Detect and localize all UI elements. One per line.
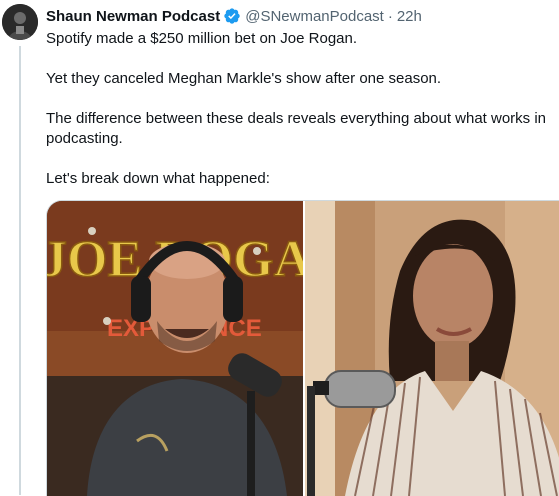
media-grid: JOE ROGAN EXPERIENCE [46,200,559,496]
avatar[interactable] [2,4,38,40]
author-name[interactable]: Shaun Newman Podcast [46,8,220,25]
tweet[interactable]: Shaun Newman Podcast @SNewmanPodcast · 2… [0,0,559,496]
tweet-paragraph: Let's break down what happened: [46,170,270,187]
media-photo-left[interactable]: JOE ROGAN EXPERIENCE [47,201,303,496]
verified-badge-icon [224,8,240,24]
tweet-header: Shaun Newman Podcast @SNewmanPodcast · 2… [46,5,422,27]
media-photo-right[interactable] [305,201,559,496]
separator-dot: · [387,7,393,25]
tweet-paragraph: Yet they canceled Meghan Markle's show a… [46,70,442,87]
timestamp[interactable]: 22h [397,8,422,25]
tweet-paragraph: Spotify made a $250 million bet on Joe R… [46,30,358,47]
author-handle[interactable]: @SNewmanPodcast [245,8,384,25]
tweet-paragraph: The difference between these deals revea… [46,110,547,147]
thread-line [19,46,21,495]
tweet-text: Spotify made a $250 million bet on Joe R… [46,29,559,189]
